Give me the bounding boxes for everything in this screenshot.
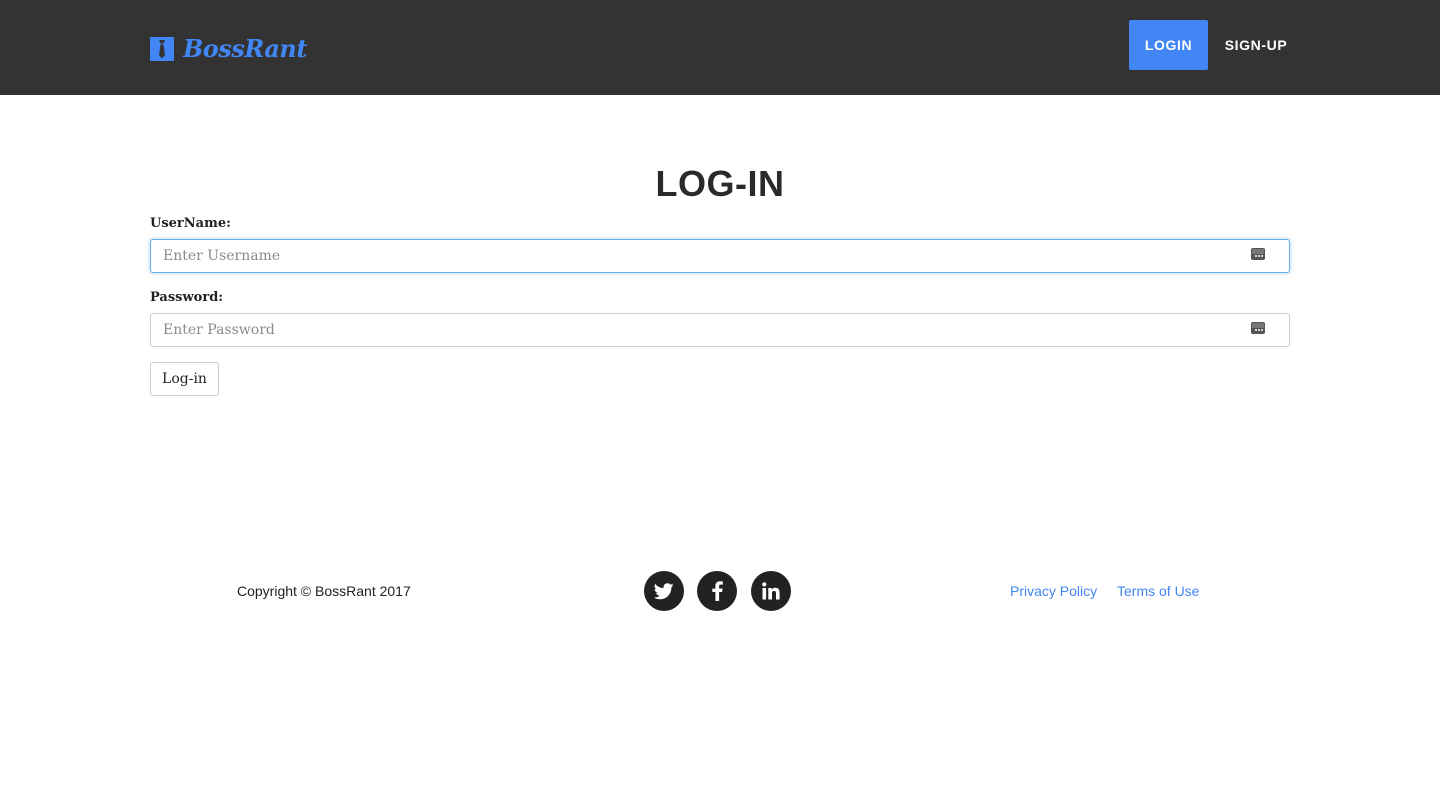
password-label: Password: — [150, 290, 224, 305]
username-input[interactable] — [150, 239, 1290, 273]
username-label: UserName: — [150, 216, 231, 231]
necktie-logo-icon — [150, 37, 174, 61]
password-field-wrapper — [150, 313, 1290, 347]
page-title: LOG-IN — [655, 163, 785, 204]
autofill-key-icon[interactable] — [1251, 322, 1265, 334]
login-submit-button[interactable]: Log-in — [150, 362, 219, 396]
brand-name: BossRant — [183, 34, 307, 63]
facebook-icon — [711, 581, 723, 601]
nav-signup-link[interactable]: SIGN-UP — [1215, 20, 1297, 70]
twitter-icon — [654, 582, 674, 599]
username-field-wrapper — [150, 239, 1290, 273]
brand-logo-link[interactable]: BossRant — [150, 34, 307, 64]
navbar: BossRant LOGIN SIGN-UP — [0, 0, 1440, 95]
autofill-key-icon[interactable] — [1251, 248, 1265, 260]
terms-of-use-link[interactable]: Terms of Use — [1117, 582, 1199, 600]
copyright-text: Copyright © BossRant 2017 — [237, 583, 411, 599]
nav-login-button[interactable]: LOGIN — [1129, 20, 1208, 70]
privacy-policy-link[interactable]: Privacy Policy — [1010, 582, 1097, 600]
linkedin-link[interactable] — [751, 571, 791, 611]
twitter-link[interactable] — [644, 571, 684, 611]
password-input[interactable] — [150, 313, 1290, 347]
facebook-link[interactable] — [697, 571, 737, 611]
linkedin-icon — [762, 582, 780, 600]
